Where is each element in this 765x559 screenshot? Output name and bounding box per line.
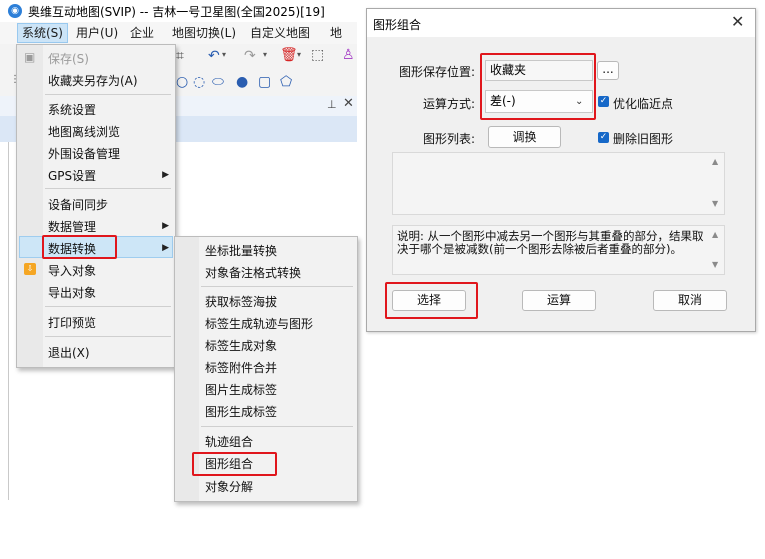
undo-icon[interactable]: ↶ — [208, 48, 220, 64]
submenu-item-labels-to-track-shape[interactable]: 标签生成轨迹与图形 — [205, 315, 313, 332]
circle-tool-icon[interactable]: ○ — [176, 74, 188, 90]
menu-item-peripheral-devices[interactable]: 外围设备管理 — [48, 145, 120, 162]
submenu-item-get-label-elevation[interactable]: 获取标签海拔 — [205, 293, 277, 310]
menu-user[interactable]: 用户(U) — [72, 24, 122, 42]
menu-separator — [45, 188, 171, 189]
submenu-item-images-to-labels[interactable]: 图片生成标签 — [205, 381, 277, 398]
menu-map-switch[interactable]: 地图切换(L) — [168, 24, 240, 42]
arc-tool-icon[interactable]: ◌ — [193, 74, 205, 90]
rounded-rect-tool-icon[interactable]: ▢ — [258, 74, 271, 90]
highlight-box-shape-combine — [192, 452, 277, 476]
optimize-checkbox[interactable]: ✓ — [598, 96, 609, 107]
menu-separator — [45, 94, 171, 95]
scroll-up-icon[interactable]: ▲ — [712, 157, 718, 166]
description-text: 说明: 从一个图形中减去另一个图形与其重叠的部分，结果取决于哪个是被减数(前一个… — [397, 229, 704, 256]
route-icon[interactable]: ⌗ — [176, 48, 184, 64]
dialog-titlebar: 图形组合 ✕ — [367, 9, 755, 37]
highlight-box-data-conversion — [42, 235, 117, 259]
scroll-down-icon[interactable]: ▼ — [712, 260, 718, 269]
submenu-item-merge-label-attachments[interactable]: 标签附件合并 — [205, 359, 277, 376]
save-location-label: 图形保存位置: — [399, 65, 476, 79]
redo-icon[interactable]: ↷ — [244, 48, 256, 64]
menu-map[interactable]: 地图 — [326, 24, 357, 58]
menu-item-save-favorites-as[interactable]: 收藏夹另存为(A) — [48, 72, 138, 89]
submenu-arrow-icon: ▶ — [162, 170, 169, 180]
menu-separator — [201, 286, 353, 287]
submenu-item-batch-coordinate-convert[interactable]: 坐标批量转换 — [205, 242, 277, 259]
browse-button[interactable]: ... — [597, 61, 619, 80]
ellipse-tool-icon[interactable]: ⬭ — [212, 74, 224, 90]
panel-close-icon[interactable]: ✕ — [343, 96, 354, 111]
save-icon: ▣ — [24, 50, 36, 64]
operation-label: 运算方式: — [423, 97, 476, 111]
menu-item-data-management[interactable]: 数据管理 — [48, 218, 96, 235]
menu-item-import-objects[interactable]: 导入对象 — [48, 262, 96, 279]
main-window: ◉ 奥维互动地图(SVIP) -- 吉林一号卫星图(全国2025)[19] 系统… — [0, 0, 358, 502]
pin-icon[interactable]: ⊥ — [327, 98, 337, 111]
submenu-item-labels-to-objects[interactable]: 标签生成对象 — [205, 337, 277, 354]
submenu-item-object-decompose[interactable]: 对象分解 — [205, 478, 253, 495]
menu-custom-map[interactable]: 自定义地图 — [246, 24, 314, 42]
submenu-item-note-format-convert[interactable]: 对象备注格式转换 — [205, 264, 301, 281]
app-titlebar: ◉ 奥维互动地图(SVIP) -- 吉林一号卫星图(全国2025)[19] — [0, 0, 357, 22]
data-conversion-submenu: 坐标批量转换 对象备注格式转换 获取标签海拔 标签生成轨迹与图形 标签生成对象 … — [174, 236, 358, 502]
shape-list-scrollbar[interactable]: ▲ ▼ — [709, 153, 723, 214]
menu-item-gps-settings[interactable]: GPS设置 — [48, 167, 96, 184]
submenu-arrow-icon: ▶ — [162, 243, 169, 253]
description-box: 说明: 从一个图形中减去另一个图形与其重叠的部分，结果取决于哪个是被减数(前一个… — [392, 225, 725, 275]
menu-enterprise[interactable]: 企业 — [126, 24, 158, 42]
submenu-item-shapes-to-labels[interactable]: 图形生成标签 — [205, 403, 277, 420]
submenu-item-track-combine[interactable]: 轨迹组合 — [205, 433, 253, 450]
menu-item-export-objects[interactable]: 导出对象 — [48, 284, 96, 301]
delete-old-checkbox[interactable]: ✓ — [598, 132, 609, 143]
scroll-up-icon[interactable]: ▲ — [712, 230, 718, 239]
select-box-icon[interactable]: ⬚ — [311, 47, 324, 63]
filled-circle-tool-icon[interactable]: ● — [236, 74, 248, 90]
scroll-down-icon[interactable]: ▼ — [712, 199, 718, 208]
menu-item-system-settings[interactable]: 系统设置 — [48, 101, 96, 118]
delete-dropdown-icon[interactable]: ▾ — [297, 50, 301, 59]
shape-list-label: 图形列表: — [423, 132, 476, 146]
optimize-label: 优化临近点 — [613, 97, 674, 111]
import-icon: ⇩ — [24, 263, 36, 275]
redo-dropdown-icon[interactable]: ▾ — [263, 50, 267, 59]
description-scrollbar[interactable]: ▲ ▼ — [709, 226, 723, 274]
shape-combine-dialog: 图形组合 ✕ 图形保存位置: 收藏夹 ... 运算方式: 差(-) ⌄ ✓ 优化… — [366, 8, 756, 332]
menu-separator — [45, 306, 171, 307]
polygon-tool-icon[interactable]: ⬠ — [280, 74, 292, 90]
highlight-box-options — [480, 53, 596, 120]
menu-item-exit[interactable]: 退出(X) — [48, 344, 90, 361]
app-title: 奥维互动地图(SVIP) -- 吉林一号卫星图(全国2025)[19] — [28, 5, 325, 19]
delete-icon[interactable]: 🗑 — [280, 47, 298, 63]
app-logo-icon: ◉ — [8, 4, 22, 18]
menu-separator — [201, 426, 353, 427]
menu-item-save[interactable]: 保存(S) — [48, 50, 89, 67]
user-icon[interactable]: ♙ — [342, 47, 355, 63]
submenu-arrow-icon: ▶ — [162, 221, 169, 231]
shape-list[interactable]: ▲ ▼ — [392, 152, 725, 215]
dialog-title: 图形组合 — [373, 18, 422, 32]
menu-item-offline-map[interactable]: 地图离线浏览 — [48, 123, 120, 140]
cancel-button[interactable]: 取消 — [653, 290, 727, 311]
menubar: 系统(S) 用户(U) 企业 地图切换(L) 自定义地图 地图 — [0, 22, 357, 58]
menu-item-device-sync[interactable]: 设备间同步 — [48, 196, 108, 213]
menu-separator — [45, 336, 171, 337]
menu-item-print-preview[interactable]: 打印预览 — [48, 314, 96, 331]
undo-dropdown-icon[interactable]: ▾ — [222, 50, 226, 59]
compute-button[interactable]: 运算 — [522, 290, 596, 311]
highlight-box-select — [385, 282, 478, 319]
system-menu: ▣ 保存(S) 收藏夹另存为(A) 系统设置 地图离线浏览 外围设备管理 GPS… — [16, 44, 176, 368]
close-icon[interactable]: ✕ — [731, 12, 744, 31]
menu-system[interactable]: 系统(S) — [17, 23, 68, 43]
swap-button[interactable]: 调换 — [488, 126, 561, 148]
delete-old-label: 删除旧图形 — [613, 132, 674, 146]
